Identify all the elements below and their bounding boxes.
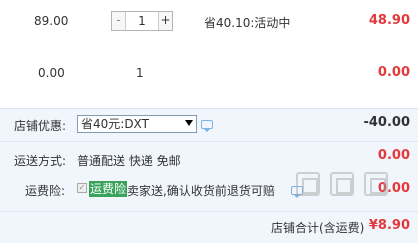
divider xyxy=(0,108,418,109)
shipping-method-label: 运送方式: xyxy=(14,154,67,168)
store-total-amount: ¥8.90 xyxy=(368,218,410,233)
item2-subtotal: 0.00 xyxy=(377,65,410,80)
item1-subtotal: 48.90 xyxy=(368,13,410,28)
item2-unit-price: 0.00 xyxy=(38,66,65,80)
insurance-description: 卖家送,确认收货前退货可赔 xyxy=(127,184,275,198)
store-discount-selected: 省40元:DXT xyxy=(81,117,149,131)
insurance-checkbox[interactable]: ✓ xyxy=(77,183,87,193)
shipping-insurance-label: 运费险: xyxy=(25,184,66,198)
store-discount-select[interactable]: 省40元:DXT xyxy=(77,115,197,133)
qty-decrease-button[interactable]: - xyxy=(112,12,126,30)
quantity-stepper[interactable]: - 1 + xyxy=(111,11,173,31)
chat-icon[interactable] xyxy=(201,120,213,132)
item1-promo-text: 省40.10:活动中 xyxy=(204,16,291,30)
item2-qty: 1 xyxy=(136,66,144,80)
watermark-logo xyxy=(296,172,320,196)
store-discount-label: 店铺优惠: xyxy=(14,119,67,133)
qty-increase-button[interactable]: + xyxy=(158,12,172,30)
qty-input[interactable]: 1 xyxy=(126,12,158,30)
shipping-method-value: 普通配送 快递 免邮 xyxy=(77,154,181,168)
store-total-label: 店铺合计(含运费) xyxy=(271,221,365,235)
divider xyxy=(0,141,418,142)
dropdown-arrow-icon xyxy=(185,120,193,126)
shipping-amount: 0.00 xyxy=(377,148,410,163)
watermark-logo xyxy=(330,172,354,196)
insurance-tag: 运费险 xyxy=(89,181,128,197)
divider xyxy=(0,211,418,212)
store-discount-amount: -40.00 xyxy=(363,115,410,130)
item1-unit-price: 89.00 xyxy=(34,14,69,28)
watermark-logo xyxy=(364,172,388,196)
